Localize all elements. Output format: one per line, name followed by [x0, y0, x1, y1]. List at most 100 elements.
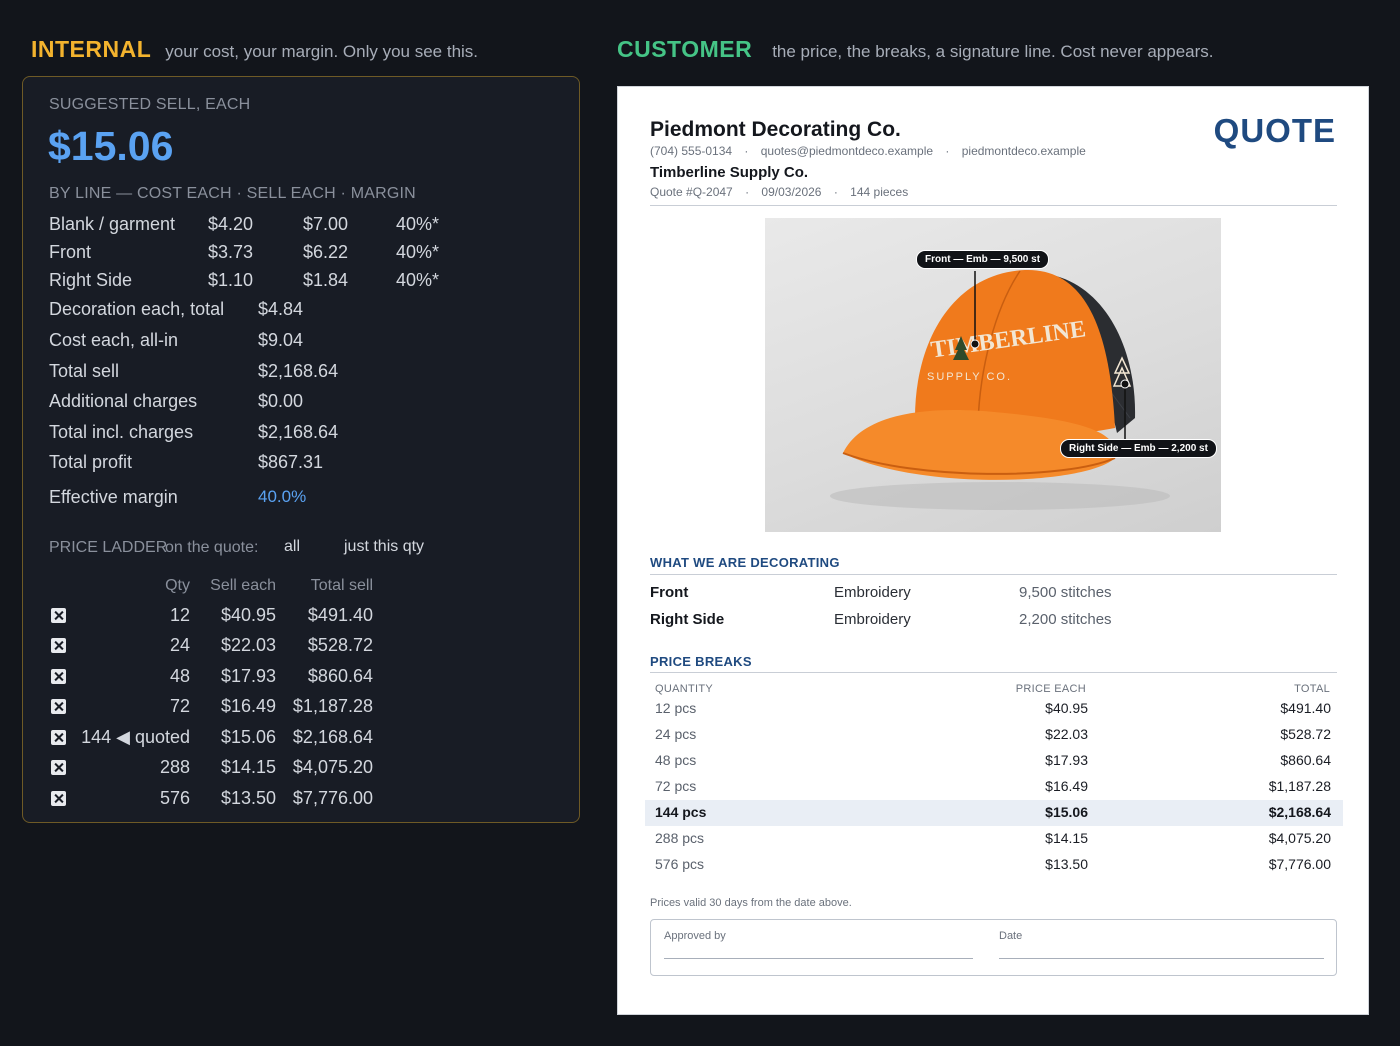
- ladder-qty: 72: [169, 696, 190, 716]
- include-checkbox[interactable]: [51, 730, 66, 745]
- ladder-sell: $13.50: [220, 788, 276, 808]
- date-line[interactable]: [999, 958, 1324, 959]
- ladder-option-just-this-qty[interactable]: just this qty: [344, 538, 424, 556]
- customer-subtitle: the price, the breaks, a signature line.…: [772, 42, 1214, 61]
- break-price: $13.50: [1045, 856, 1088, 872]
- ladder-total: $491.40: [307, 605, 373, 625]
- break-price: $17.93: [1045, 752, 1088, 768]
- price-break-row: 12 pcs $40.95 $491.40: [645, 696, 1343, 722]
- break-total: $1,187.28: [1268, 778, 1331, 794]
- company-contact: (704) 555-0134 · quotes@piedmontdeco.exa…: [650, 144, 1086, 158]
- ladder-qty: 12: [169, 605, 190, 625]
- header-divider: [650, 205, 1337, 206]
- ladder-total: $1,187.28: [292, 696, 373, 716]
- break-qty: 12 pcs: [655, 700, 697, 716]
- include-checkbox[interactable]: [51, 791, 66, 806]
- date-label: Date: [999, 930, 1023, 942]
- quote-pieces: 144 pieces: [850, 185, 909, 199]
- suggested-sell-price: $15.06: [48, 123, 174, 169]
- internal-section-header: INTERNAL your cost, your margin. Only yo…: [31, 36, 478, 63]
- total-label: Total profit: [49, 452, 133, 472]
- include-checkbox[interactable]: [51, 760, 66, 775]
- customer-section-header: CUSTOMER the price, the breaks, a signat…: [617, 36, 1214, 63]
- company-website: piedmontdeco.example: [961, 144, 1086, 158]
- decoration-location: Front: [650, 584, 689, 601]
- client-name: Timberline Supply Co.: [650, 164, 809, 181]
- price-break-row: 48 pcs $17.93 $860.64: [645, 748, 1343, 774]
- price-breaks-divider: [650, 672, 1337, 673]
- break-qty: 72 pcs: [655, 778, 697, 794]
- line-name: Right Side: [49, 270, 133, 290]
- break-qty: 48 pcs: [655, 752, 697, 768]
- break-price: $40.95: [1045, 700, 1088, 716]
- line-name: Blank / garment: [49, 214, 176, 234]
- company-name: Piedmont Decorating Co.: [650, 118, 901, 141]
- callout-front: Front — Emb — 9,500 st: [916, 250, 1050, 269]
- approved-by-line[interactable]: [664, 958, 973, 959]
- ladder-sell: $14.15: [220, 757, 276, 777]
- include-checkbox[interactable]: [51, 699, 66, 714]
- ladder-col-qty: Qty: [165, 577, 190, 594]
- break-price: $22.03: [1045, 726, 1088, 742]
- quote-number: Quote #Q-2047: [650, 185, 733, 199]
- ladder-total: $860.64: [307, 666, 373, 686]
- total-label: Cost each, all-in: [49, 330, 179, 350]
- break-price: $16.49: [1045, 778, 1088, 794]
- include-checkbox[interactable]: [51, 638, 66, 653]
- line-sell: $1.84: [303, 270, 349, 290]
- decorating-section-title: WHAT WE ARE DECORATING: [650, 555, 840, 570]
- total-value: $2,168.64: [258, 361, 339, 381]
- price-break-row: 72 pcs $16.49 $1,187.28: [645, 774, 1343, 800]
- price-break-row-highlighted: 144 pcs $15.06 $2,168.64: [645, 800, 1343, 826]
- break-total: $7,776.00: [1268, 856, 1331, 872]
- ladder-sell: $17.93: [220, 666, 276, 686]
- ladder-qty: 48: [169, 666, 190, 686]
- line-margin: 40%*: [396, 214, 440, 234]
- internal-subtitle: your cost, your margin. Only you see thi…: [165, 42, 479, 61]
- approved-by-label: Approved by: [664, 930, 726, 942]
- price-break-row: 576 pcs $13.50 $7,776.00: [645, 852, 1343, 878]
- price-break-row: 24 pcs $22.03 $528.72: [645, 722, 1343, 748]
- break-total: $528.72: [1280, 726, 1331, 742]
- internal-tag: INTERNAL: [31, 36, 152, 62]
- ladder-qty: 144 ◀ quoted: [81, 727, 190, 747]
- breaks-head-total: TOTAL: [1294, 683, 1330, 695]
- include-checkbox[interactable]: [51, 608, 66, 623]
- decorating-divider: [650, 574, 1337, 575]
- ladder-col-sell: Sell each: [210, 577, 276, 594]
- effective-margin-value: 40.0%: [258, 487, 307, 506]
- decoration-detail: 2,200 stitches: [1019, 611, 1112, 628]
- separator: ·: [745, 185, 750, 199]
- company-email: quotes@piedmontdeco.example: [760, 144, 934, 158]
- total-label: Total incl. charges: [49, 422, 194, 442]
- ladder-sell: $16.49: [220, 696, 276, 716]
- total-label: Additional charges: [49, 391, 198, 411]
- decoration-location: Right Side: [650, 611, 725, 628]
- line-name: Front: [49, 242, 92, 262]
- line-sell: $7.00: [303, 214, 349, 234]
- customer-quote-document: Piedmont Decorating Co. (704) 555-0134 ·…: [617, 86, 1369, 1015]
- total-value: $867.31: [258, 452, 324, 472]
- ladder-qty: 24: [169, 635, 190, 655]
- ladder-total: $528.72: [307, 635, 373, 655]
- break-price: $15.06: [1045, 804, 1088, 820]
- internal-panel: SUGGESTED SELL, EACH $15.06 BY LINE — CO…: [22, 76, 580, 823]
- quote-title: QUOTE: [1213, 112, 1336, 149]
- ladder-option-all[interactable]: all: [284, 538, 300, 556]
- break-qty: 576 pcs: [655, 856, 705, 872]
- price-breaks-title: PRICE BREAKS: [650, 654, 752, 669]
- price-break-row: 288 pcs $14.15 $4,075.20: [645, 826, 1343, 852]
- ladder-sell: $15.06: [220, 727, 276, 747]
- decoration-detail: 9,500 stitches: [1019, 584, 1112, 601]
- line-sell: $6.22: [303, 242, 349, 262]
- include-checkbox[interactable]: [51, 669, 66, 684]
- break-total: $4,075.20: [1268, 830, 1331, 846]
- by-line-label: BY LINE — COST EACH · SELL EACH · MARGIN: [49, 185, 416, 202]
- ladder-sell: $40.95: [220, 605, 276, 625]
- break-qty: 144 pcs: [655, 804, 707, 820]
- break-price: $14.15: [1045, 830, 1088, 846]
- total-value: $4.84: [258, 299, 304, 319]
- total-value: $2,168.64: [258, 422, 339, 442]
- validity-note: Prices valid 30 days from the date above…: [650, 897, 852, 909]
- quote-date: 09/03/2026: [761, 185, 822, 199]
